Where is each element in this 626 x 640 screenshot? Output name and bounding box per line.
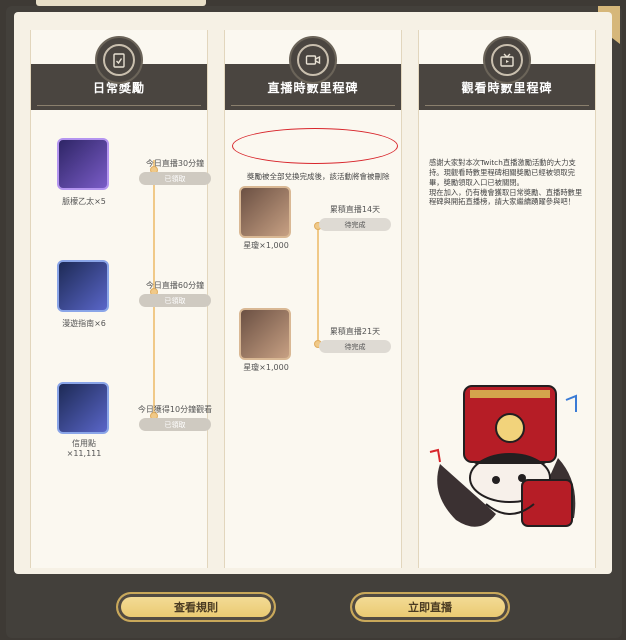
panel-badge xyxy=(483,36,531,84)
status-pending-badge: 待完成 xyxy=(319,218,391,231)
mascot-character xyxy=(426,380,606,540)
reward-label: 星瓊×1,000 xyxy=(243,241,289,250)
go-live-button[interactable]: 立即直播 xyxy=(350,592,510,622)
clipboard-check-icon xyxy=(103,44,135,76)
task-label: 今日獲得10分鐘觀看 xyxy=(137,405,213,414)
task-label: 今日直播30分鐘 xyxy=(145,159,205,168)
panel-badge xyxy=(289,36,337,84)
status-pending-badge: 待完成 xyxy=(319,340,391,353)
view-rules-button[interactable]: 查看規則 xyxy=(116,592,276,622)
stellar-jade-icon xyxy=(239,186,291,238)
reward-item-icon xyxy=(57,382,109,434)
status-claimed-badge: 已領取 xyxy=(139,172,211,185)
task-label: 今日直播60分鐘 xyxy=(145,281,205,290)
stream-milestone-panel: 直播時數里程碑 獎勵被全部兌換完成後，該活動將會被刪除 星瓊×1,000 累積直… xyxy=(224,30,402,568)
reward-label: 漫遊指南×6 xyxy=(62,319,106,328)
reward-label: 信用點 ×11,111 xyxy=(66,439,102,458)
reward-label: 脈檬乙太×5 xyxy=(62,197,106,206)
task-label: 累積直播21天 xyxy=(329,327,381,336)
annotation-circle xyxy=(232,128,398,164)
stellar-jade-icon xyxy=(239,308,291,360)
panel-badge xyxy=(95,36,143,84)
status-claimed-badge: 已領取 xyxy=(139,294,211,307)
status-claimed-badge: 已領取 xyxy=(139,418,211,431)
reward-item-icon xyxy=(57,138,109,190)
task-label: 累積直播14天 xyxy=(329,205,381,214)
video-camera-icon xyxy=(297,44,329,76)
closure-message: 感謝大家對本次Twitch直播激勵活動的大力支持。現觀看時數里程碑相關獎勵已經被… xyxy=(429,158,583,207)
daily-rewards-panel: 日常獎勵 脈檬乙太×5 今日直播30分鐘 已領取 漫遊指南×6 今日直播60分鐘… xyxy=(30,30,212,568)
notice-text: 獎勵被全部兌換完成後，該活動將會被刪除 xyxy=(247,172,390,181)
reward-item-icon xyxy=(57,260,109,312)
tv-icon xyxy=(491,44,523,76)
reward-label: 星瓊×1,000 xyxy=(243,363,289,372)
timeline-line xyxy=(317,222,319,342)
